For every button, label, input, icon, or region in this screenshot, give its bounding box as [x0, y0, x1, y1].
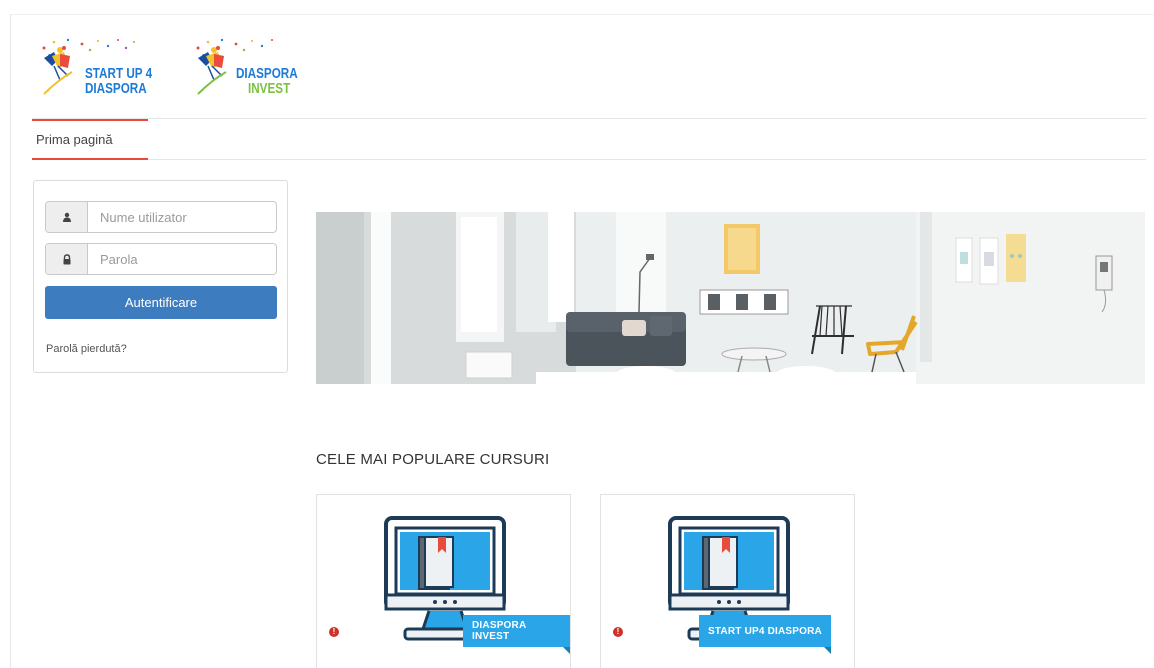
info-icon[interactable]: ! — [613, 627, 623, 637]
page-frame-left — [10, 14, 11, 668]
user-icon — [46, 202, 88, 232]
course-category-badge: DIASPORA INVEST — [463, 615, 570, 654]
info-icon[interactable]: ! — [329, 627, 339, 637]
hero-banner-image — [316, 212, 1145, 384]
login-card: Autentificare Parolă pierdută? — [33, 180, 288, 373]
nav-border-top — [32, 118, 1146, 119]
logo-1-graphic: START UP 4 DIASPORA — [42, 38, 153, 97]
login-button[interactable]: Autentificare — [45, 286, 277, 319]
logo-start-up-4-diaspora[interactable]: START UP 4 DIASPORA — [38, 36, 174, 98]
nav-border-bottom — [32, 159, 1146, 160]
password-input[interactable] — [88, 244, 276, 274]
username-input[interactable] — [88, 202, 276, 232]
lock-icon — [46, 244, 88, 274]
lost-password-link[interactable]: Parolă pierdută? — [46, 343, 127, 355]
hero-banner-illustration — [316, 212, 1145, 384]
logo-2-line2: INVEST — [248, 80, 291, 97]
username-input-group — [45, 201, 277, 233]
logo-2-graphic: DIASPORA INVEST — [196, 38, 298, 97]
popular-courses-title: CELE MAI POPULARE CURSURI — [316, 451, 550, 468]
nav-item-home[interactable]: Prima pagină — [32, 119, 148, 160]
course-category-badge: START UP4 DIASPORA — [699, 615, 831, 654]
logo-1-line2: DIASPORA — [85, 80, 147, 97]
password-input-group — [45, 243, 277, 275]
logo-diaspora-invest[interactable]: DIASPORA INVEST — [192, 36, 310, 98]
page-frame-top — [10, 14, 1154, 15]
course-card[interactable]: ! START UP4 DIASPORA — [600, 494, 855, 668]
course-card[interactable]: ! DIASPORA INVEST — [316, 494, 571, 668]
